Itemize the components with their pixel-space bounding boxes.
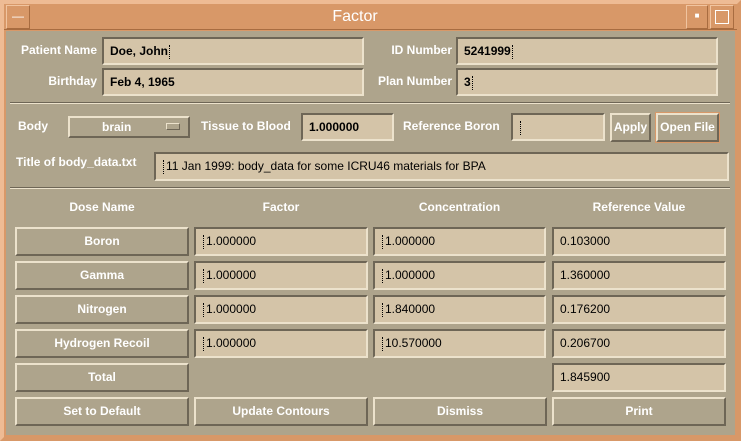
maximize-button[interactable] <box>710 5 734 29</box>
tissue-to-blood-label: Tissue to Blood <box>201 119 291 133</box>
concentration-value: 1.000000 <box>385 234 436 248</box>
patient-name-field[interactable]: Doe, John <box>102 37 364 65</box>
factor-field[interactable]: 1.000000 <box>194 261 368 290</box>
set-to-default-button[interactable]: Set to Default <box>15 397 189 426</box>
print-button[interactable]: Print <box>552 397 726 426</box>
separator <box>10 187 730 189</box>
total-button[interactable]: Total <box>15 363 189 392</box>
birthday-field[interactable]: Feb 4, 1965 <box>102 68 364 96</box>
concentration-field[interactable]: 10.570000 <box>373 329 546 358</box>
factor-field[interactable]: 1.000000 <box>194 295 368 324</box>
title-of-body-data-value: 11 Jan 1999: body_data for some ICRU46 m… <box>166 159 486 173</box>
id-number-label: ID Number <box>391 43 452 57</box>
factor-field[interactable]: 1.000000 <box>194 227 368 256</box>
id-number-field[interactable]: 5241999 <box>456 37 718 65</box>
concentration-field[interactable]: 1.840000 <box>373 295 546 324</box>
reference-value-field: 0.103000 <box>552 227 726 256</box>
minimize-button[interactable]: ■ <box>686 5 708 29</box>
patient-name-label: Patient Name <box>20 43 97 57</box>
body-label: Body <box>18 119 48 133</box>
dose-name-button[interactable]: Hydrogen Recoil <box>15 329 189 358</box>
patient-name-value: Doe, John <box>110 44 169 58</box>
total-value-field: 1.845900 <box>552 363 726 392</box>
plan-number-label: Plan Number <box>377 74 452 88</box>
dismiss-button[interactable]: Dismiss <box>373 397 547 426</box>
body-option-menu[interactable]: brain <box>68 116 190 138</box>
reference-boron-label: Reference Boron <box>403 119 500 133</box>
option-indicator-icon <box>166 123 180 130</box>
factor-value: 1.000000 <box>206 234 257 248</box>
title-of-body-data-label: Title of body_data.txt <box>16 155 137 169</box>
tissue-to-blood-field[interactable]: 1.000000 <box>301 113 394 141</box>
factor-value: 1.000000 <box>206 268 257 282</box>
open-file-button[interactable]: Open File <box>655 112 720 143</box>
dose-name-button[interactable]: Nitrogen <box>15 295 189 324</box>
factor-value: 1.000000 <box>206 336 257 350</box>
reference-value-field: 1.360000 <box>552 261 726 290</box>
apply-button[interactable]: Apply <box>610 113 651 142</box>
plan-number-field[interactable]: 3 <box>456 68 718 96</box>
header-reference-value: Reference Value <box>592 200 686 214</box>
dose-name-button[interactable]: Gamma <box>15 261 189 290</box>
reference-value-field: 0.206700 <box>552 329 726 358</box>
concentration-value: 1.840000 <box>385 302 436 316</box>
separator <box>10 102 730 104</box>
concentration-value: 10.570000 <box>385 336 442 350</box>
update-contours-button[interactable]: Update Contours <box>194 397 368 426</box>
factor-value: 1.000000 <box>206 302 257 316</box>
title-of-body-data-field[interactable]: 11 Jan 1999: body_data for some ICRU46 m… <box>154 152 729 181</box>
header-concentration: Concentration <box>418 200 501 214</box>
window-menu-button[interactable]: — <box>6 5 30 29</box>
dose-name-button[interactable]: Boron <box>15 227 189 256</box>
factor-field[interactable]: 1.000000 <box>194 329 368 358</box>
header-factor: Factor <box>262 200 300 214</box>
plan-number-value: 3 <box>464 75 471 89</box>
concentration-field[interactable]: 1.000000 <box>373 227 546 256</box>
reference-boron-field[interactable] <box>511 113 605 141</box>
window-title: Factor <box>332 8 378 25</box>
reference-value-field: 0.176200 <box>552 295 726 324</box>
birthday-label: Birthday <box>48 74 97 88</box>
body-selected-value: brain <box>102 120 132 134</box>
header-dose-name: Dose Name <box>69 200 135 214</box>
concentration-field[interactable]: 1.000000 <box>373 261 546 290</box>
id-number-value: 5241999 <box>464 44 511 58</box>
concentration-value: 1.000000 <box>385 268 436 282</box>
